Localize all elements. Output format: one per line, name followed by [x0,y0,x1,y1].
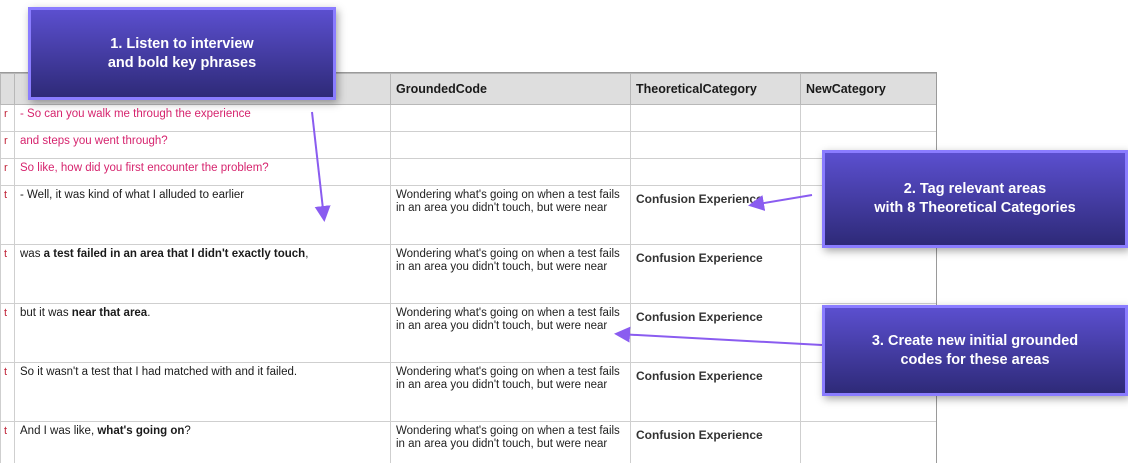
transcript-text: , [305,248,308,260]
table-row: r and steps you went through? [1,132,937,159]
speaker-cell[interactable]: r [1,159,15,186]
callout-step1-line2: and bold key phrases [108,54,256,73]
table-row: tAnd I was like, what's going on?Wonderi… [1,422,937,463]
new-category-cell[interactable] [801,422,937,463]
table-row: t - Well, it was kind of what I alluded t… [1,186,937,245]
speaker-cell[interactable]: t [1,422,15,463]
table-row: tbut it was near that area.Wondering wha… [1,304,937,363]
speaker-cell[interactable]: r [1,105,15,132]
grounded-code-cell[interactable]: Wondering what's going on when a test fa… [391,304,631,363]
callout-step2: 2. Tag relevant areas with 8 Theoretical… [822,150,1128,248]
speaker-cell[interactable]: t [1,245,15,304]
grounded-code-cell[interactable] [391,159,631,186]
callout-step1: 1. Listen to interview and bold key phra… [28,7,336,100]
transcript-cell[interactable]: but it was near that area. [15,304,391,363]
transcript-text: ? [184,425,190,437]
grounded-code-cell[interactable] [391,105,631,132]
spreadsheet: T GroundedCode TheoreticalCategory NewCa… [0,72,937,463]
callout-step1-line1: 1. Listen to interview [108,35,256,54]
speaker-cell[interactable]: r [1,132,15,159]
transcript-cell[interactable]: - Well, it was kind of what I alluded to… [15,186,391,245]
speaker-cell[interactable]: t [1,304,15,363]
header-new-category[interactable]: NewCategory [801,74,937,105]
table-body: r - So can you walk me through the experi… [1,105,937,463]
callout-step2-line1: 2. Tag relevant areas [874,180,1075,199]
theoretical-category-cell[interactable]: Confusion Experience [631,186,801,245]
transcript-text: - So can you walk me through the experie… [20,108,251,120]
callout-step3: 3. Create new initial grounded codes for… [822,305,1128,396]
grounded-code-cell[interactable] [391,132,631,159]
callout-step2-line2: with 8 Theoretical Categories [874,199,1075,218]
theoretical-category-cell[interactable]: Confusion Experience [631,363,801,422]
transcript-text: but it was [20,307,72,319]
transcript-cell[interactable]: - So can you walk me through the experie… [15,105,391,132]
table-row: t So it wasn't a test that I had matched … [1,363,937,422]
speaker-cell[interactable]: t [1,186,15,245]
grounded-code-cell[interactable]: Wondering what's going on when a test fa… [391,422,631,463]
theoretical-category-cell[interactable]: Confusion Experience [631,422,801,463]
new-category-cell[interactable] [801,105,937,132]
new-category-cell[interactable] [801,245,937,304]
header-speaker[interactable] [1,74,15,105]
transcript-text: - Well, it was kind of what I alluded to… [20,189,244,201]
transcript-cell[interactable]: was a test failed in an area that I didn… [15,245,391,304]
transcript-cell[interactable]: And I was like, what's going on? [15,422,391,463]
callout-step3-line2: codes for these areas [872,351,1078,370]
table-row: twas a test failed in an area that I did… [1,245,937,304]
transcript-text: And I was like, [20,425,97,437]
grounded-code-cell[interactable]: Wondering what's going on when a test fa… [391,245,631,304]
theoretical-category-cell[interactable] [631,105,801,132]
grounded-code-cell[interactable]: Wondering what's going on when a test fa… [391,363,631,422]
transcript-text: and steps you went through? [20,135,168,147]
theoretical-category-cell[interactable]: Confusion Experience [631,304,801,363]
transcript-cell[interactable]: So it wasn't a test that I had matched w… [15,363,391,422]
table-row: r - So can you walk me through the experi… [1,105,937,132]
header-theoretical-category[interactable]: TheoreticalCategory [631,74,801,105]
key-phrase: near that area [72,307,147,319]
transcript-text: So like, how did you first encounter the… [20,162,269,174]
transcript-text: was [20,248,44,260]
table-row: r So like, how did you first encounter th… [1,159,937,186]
transcript-cell[interactable]: So like, how did you first encounter the… [15,159,391,186]
header-grounded-code[interactable]: GroundedCode [391,74,631,105]
theoretical-category-cell[interactable]: Confusion Experience [631,245,801,304]
callout-step3-line1: 3. Create new initial grounded [872,332,1078,351]
transcript-text: . [147,307,150,319]
transcript-text: So it wasn't a test that I had matched w… [20,366,297,378]
theoretical-category-cell[interactable] [631,132,801,159]
key-phrase: a test failed in an area that I didn't e… [44,248,306,260]
coding-table: T GroundedCode TheoreticalCategory NewCa… [0,73,937,463]
speaker-cell[interactable]: t [1,363,15,422]
grounded-code-cell[interactable]: Wondering what's going on when a test fa… [391,186,631,245]
key-phrase: what's going on [97,425,184,437]
theoretical-category-cell[interactable] [631,159,801,186]
transcript-cell[interactable]: and steps you went through? [15,132,391,159]
